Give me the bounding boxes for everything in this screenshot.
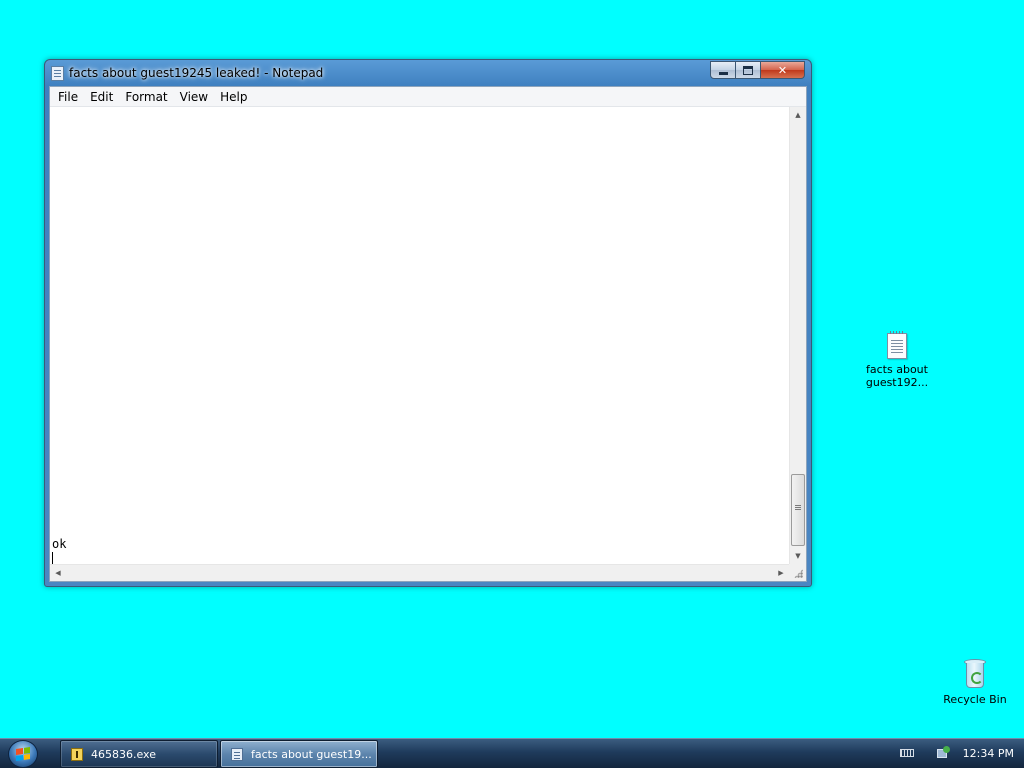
scroll-right-arrow-icon[interactable]: ▶ — [773, 565, 789, 581]
editor-content: ok — [52, 537, 67, 551]
taskbar-button-label: facts about guest19... — [251, 747, 372, 761]
minimize-icon — [718, 71, 728, 75]
close-button[interactable]: ✕ — [761, 61, 805, 79]
menu-edit[interactable]: Edit — [84, 87, 119, 107]
text-editor-area[interactable]: ok — [50, 107, 789, 565]
text-document-icon — [887, 331, 907, 359]
scroll-down-arrow-icon[interactable]: ▼ — [790, 548, 806, 564]
clock[interactable]: 12:34 PM — [963, 747, 1014, 760]
title-bar[interactable]: facts about guest19245 leaked! - Notepad… — [45, 60, 811, 86]
exe-icon — [71, 747, 83, 761]
vertical-scrollbar[interactable]: ▲ ▼ — [789, 107, 806, 564]
maximize-button[interactable] — [736, 61, 761, 79]
keyboard-icon[interactable] — [900, 749, 914, 757]
caption-buttons: ✕ — [710, 61, 805, 79]
taskbar: 465836.exe facts about guest19... 12:34 … — [0, 738, 1024, 768]
taskbar-button-exe[interactable]: 465836.exe — [60, 740, 218, 768]
menu-view[interactable]: View — [174, 87, 214, 107]
menu-format[interactable]: Format — [119, 87, 173, 107]
desktop-icon-recycle-bin[interactable]: Recycle Bin — [935, 659, 1015, 706]
close-icon: ✕ — [777, 63, 788, 77]
notepad-window: facts about guest19245 leaked! - Notepad… — [44, 59, 812, 587]
scroll-up-arrow-icon[interactable]: ▲ — [790, 107, 806, 123]
notepad-icon — [51, 66, 64, 81]
taskbar-button-label: 465836.exe — [91, 747, 157, 761]
window-title: facts about guest19245 leaked! - Notepad — [69, 66, 324, 80]
start-button[interactable] — [8, 740, 38, 768]
recycle-bin-icon — [964, 659, 986, 689]
notepad-icon — [231, 747, 243, 761]
menu-file[interactable]: File — [52, 87, 84, 107]
menu-help[interactable]: Help — [214, 87, 253, 107]
resize-grip-icon[interactable] — [789, 564, 806, 581]
network-icon[interactable] — [937, 746, 951, 759]
notepad-client: File Edit Format View Help ok ▲ ▼ ◀ ▶ — [49, 86, 807, 582]
desktop-icon-label: facts about guest192... — [865, 363, 929, 389]
horizontal-scrollbar[interactable]: ◀ ▶ — [50, 564, 789, 581]
windows-logo-icon — [16, 747, 30, 761]
system-tray: 12:34 PM — [894, 739, 1024, 768]
minimize-button[interactable] — [710, 61, 736, 79]
menu-bar: File Edit Format View Help — [50, 87, 806, 107]
scroll-left-arrow-icon[interactable]: ◀ — [50, 565, 66, 581]
taskbar-button-notepad[interactable]: facts about guest19... — [220, 740, 378, 768]
desktop-icon-label: Recycle Bin — [943, 693, 1007, 706]
desktop-icon-text-file[interactable]: facts about guest192... — [857, 331, 937, 389]
vertical-scroll-thumb[interactable] — [791, 474, 805, 546]
maximize-icon — [743, 65, 753, 75]
